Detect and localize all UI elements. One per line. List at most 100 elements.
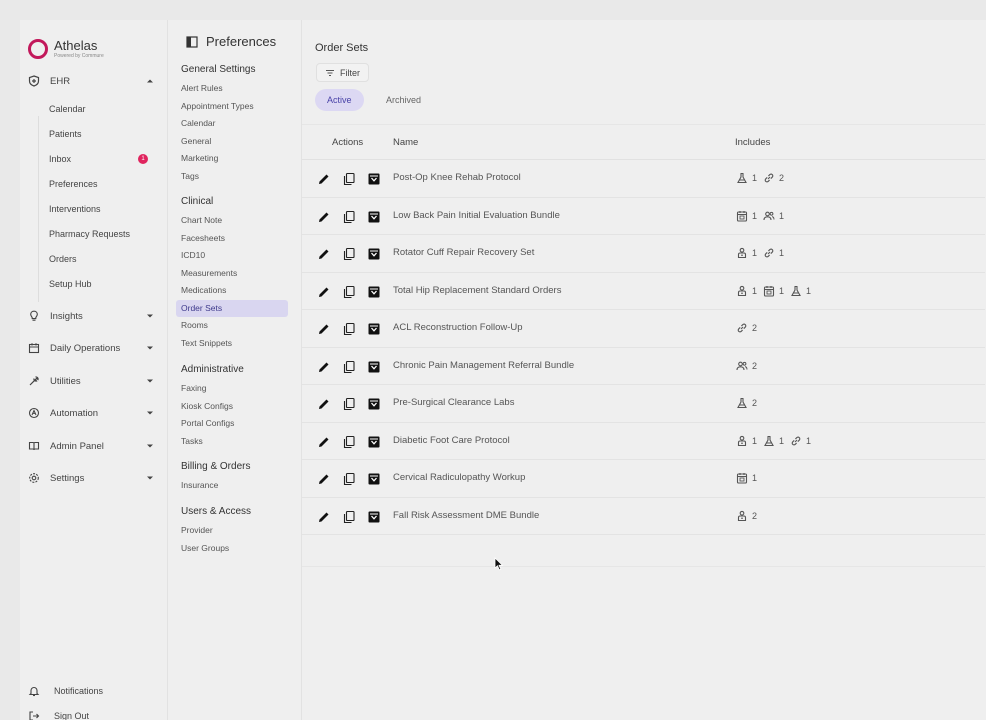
nav-section-settings[interactable]: Settings bbox=[20, 467, 160, 489]
duplicate-icon[interactable] bbox=[342, 172, 356, 186]
order-set-name[interactable]: Total Hip Replacement Standard Orders bbox=[393, 285, 561, 296]
duplicate-icon[interactable] bbox=[342, 210, 356, 224]
sidebar-toggle-icon[interactable] bbox=[186, 35, 198, 48]
preferences-item-provider[interactable]: Provider bbox=[176, 522, 288, 539]
person-badge-icon bbox=[736, 510, 748, 522]
includes-summary: 11 bbox=[736, 210, 790, 222]
nav-section-daily-operations[interactable]: Daily Operations bbox=[20, 337, 160, 359]
order-set-name[interactable]: Cervical Radiculopathy Workup bbox=[393, 472, 525, 483]
sidebar-item-calendar[interactable]: Calendar bbox=[49, 101, 159, 117]
preferences-item-portal-configs[interactable]: Portal Configs bbox=[176, 415, 288, 432]
edit-pencil-icon[interactable] bbox=[317, 510, 331, 524]
edit-pencil-icon[interactable] bbox=[317, 360, 331, 374]
table-row[interactable]: Diabetic Foot Care Protocol 1 1 1 bbox=[302, 423, 985, 460]
table-row[interactable]: Chronic Pain Management Referral Bundle 2 bbox=[302, 348, 985, 385]
archive-icon[interactable] bbox=[367, 397, 381, 411]
archive-icon[interactable] bbox=[367, 210, 381, 224]
tab-archived[interactable]: Archived bbox=[374, 89, 433, 111]
preferences-item-faxing[interactable]: Faxing bbox=[176, 380, 288, 397]
edit-pencil-icon[interactable] bbox=[317, 322, 331, 336]
nav-section-insights[interactable]: Insights bbox=[20, 305, 160, 327]
duplicate-icon[interactable] bbox=[342, 397, 356, 411]
sidebar-item-pharmacy-requests[interactable]: Pharmacy Requests bbox=[49, 226, 159, 242]
order-set-name[interactable]: ACL Reconstruction Follow-Up bbox=[393, 322, 523, 333]
preferences-item-general[interactable]: General bbox=[176, 133, 288, 150]
preferences-item-chart-note[interactable]: Chart Note bbox=[176, 212, 288, 229]
preferences-item-facesheets[interactable]: Facesheets bbox=[176, 230, 288, 247]
table-row[interactable]: Low Back Pain Initial Evaluation Bundle 1… bbox=[302, 198, 985, 235]
preferences-group-title: Billing & Orders bbox=[181, 461, 251, 472]
preferences-item-tags[interactable]: Tags bbox=[176, 168, 288, 185]
order-set-name[interactable]: Diabetic Foot Care Protocol bbox=[393, 435, 510, 446]
preferences-item-appointment-types[interactable]: Appointment Types bbox=[176, 98, 288, 115]
sidebar-item-setup-hub[interactable]: Setup Hub bbox=[49, 276, 159, 292]
sidebar-item-interventions[interactable]: Interventions bbox=[49, 201, 159, 217]
edit-pencil-icon[interactable] bbox=[317, 435, 331, 449]
tab-active[interactable]: Active bbox=[315, 89, 364, 111]
preferences-item-text-snippets[interactable]: Text Snippets bbox=[176, 335, 288, 352]
preferences-item-order-sets[interactable]: Order Sets bbox=[176, 299, 288, 317]
edit-pencil-icon[interactable] bbox=[317, 210, 331, 224]
duplicate-icon[interactable] bbox=[342, 472, 356, 486]
link-icon bbox=[736, 322, 748, 334]
table-row[interactable]: Total Hip Replacement Standard Orders 1 1 1 bbox=[302, 273, 985, 310]
edit-pencil-icon[interactable] bbox=[317, 472, 331, 486]
duplicate-icon[interactable] bbox=[342, 510, 356, 524]
order-set-name[interactable]: Pre-Surgical Clearance Labs bbox=[393, 397, 514, 408]
table-row[interactable]: Cervical Radiculopathy Workup 1 bbox=[302, 460, 985, 498]
edit-pencil-icon[interactable] bbox=[317, 172, 331, 186]
table-row[interactable]: Rotator Cuff Repair Recovery Set 1 1 bbox=[302, 235, 985, 273]
order-set-name[interactable]: Low Back Pain Initial Evaluation Bundle bbox=[393, 210, 560, 221]
edit-pencil-icon[interactable] bbox=[317, 397, 331, 411]
sidebar-item-patients[interactable]: Patients bbox=[49, 126, 159, 142]
preferences-item-medications[interactable]: Medications bbox=[176, 282, 288, 299]
order-set-name[interactable]: Fall Risk Assessment DME Bundle bbox=[393, 510, 539, 521]
duplicate-icon[interactable] bbox=[342, 285, 356, 299]
preferences-item-calendar[interactable]: Calendar bbox=[176, 115, 288, 132]
edit-pencil-icon[interactable] bbox=[317, 285, 331, 299]
preferences-item-user-groups[interactable]: User Groups bbox=[176, 540, 288, 557]
edit-pencil-icon[interactable] bbox=[317, 247, 331, 261]
duplicate-icon[interactable] bbox=[342, 360, 356, 374]
preferences-item-measurements[interactable]: Measurements bbox=[176, 265, 288, 282]
nav-section-ehr[interactable]: EHR bbox=[20, 70, 160, 92]
preferences-item-alert-rules[interactable]: Alert Rules bbox=[176, 80, 288, 97]
archive-icon[interactable] bbox=[367, 322, 381, 336]
nav-section-automation[interactable]: Automation bbox=[20, 402, 160, 424]
table-row[interactable]: Post-Op Knee Rehab Protocol 1 2 bbox=[302, 160, 985, 198]
preferences-item-kiosk-configs[interactable]: Kiosk Configs bbox=[176, 398, 288, 415]
sign-out-link[interactable]: Sign Out bbox=[28, 710, 89, 720]
filter-button[interactable]: Filter bbox=[316, 63, 369, 82]
preferences-item-marketing[interactable]: Marketing bbox=[176, 150, 288, 167]
archive-icon[interactable] bbox=[367, 285, 381, 299]
table-row[interactable]: Fall Risk Assessment DME Bundle 2 bbox=[302, 498, 985, 535]
brand-logo[interactable]: Athelas Powered by Commure bbox=[20, 20, 167, 64]
order-set-name[interactable]: Post-Op Knee Rehab Protocol bbox=[393, 172, 521, 183]
duplicate-icon[interactable] bbox=[342, 435, 356, 449]
preferences-item-insurance[interactable]: Insurance bbox=[176, 477, 288, 494]
nav-section-admin-panel[interactable]: Admin Panel bbox=[20, 435, 160, 457]
preferences-item-rooms[interactable]: Rooms bbox=[176, 317, 288, 334]
duplicate-icon[interactable] bbox=[342, 322, 356, 336]
archive-icon[interactable] bbox=[367, 472, 381, 486]
archive-icon[interactable] bbox=[367, 360, 381, 374]
duplicate-icon[interactable] bbox=[342, 247, 356, 261]
order-set-name[interactable]: Rotator Cuff Repair Recovery Set bbox=[393, 247, 534, 258]
archive-icon[interactable] bbox=[367, 510, 381, 524]
notifications-link[interactable]: Notifications bbox=[28, 685, 103, 697]
sidebar-item-inbox[interactable]: Inbox 1 bbox=[49, 151, 159, 167]
nav-section-utilities[interactable]: Utilities bbox=[20, 370, 160, 392]
archive-icon[interactable] bbox=[367, 435, 381, 449]
preferences-item-icd10[interactable]: ICD10 bbox=[176, 247, 288, 264]
preferences-item-tasks[interactable]: Tasks bbox=[176, 433, 288, 450]
archive-icon[interactable] bbox=[367, 247, 381, 261]
column-header-name[interactable]: Name bbox=[393, 137, 418, 148]
sidebar-item-preferences[interactable]: Preferences bbox=[49, 176, 159, 192]
table-row[interactable]: ACL Reconstruction Follow-Up 2 bbox=[302, 310, 985, 348]
order-set-name[interactable]: Chronic Pain Management Referral Bundle bbox=[393, 360, 574, 371]
table-row[interactable]: Pre-Surgical Clearance Labs 2 bbox=[302, 385, 985, 423]
includes-summary: 2 bbox=[736, 360, 763, 372]
row-actions bbox=[317, 397, 381, 411]
archive-icon[interactable] bbox=[367, 172, 381, 186]
sidebar-item-orders[interactable]: Orders bbox=[49, 251, 159, 267]
